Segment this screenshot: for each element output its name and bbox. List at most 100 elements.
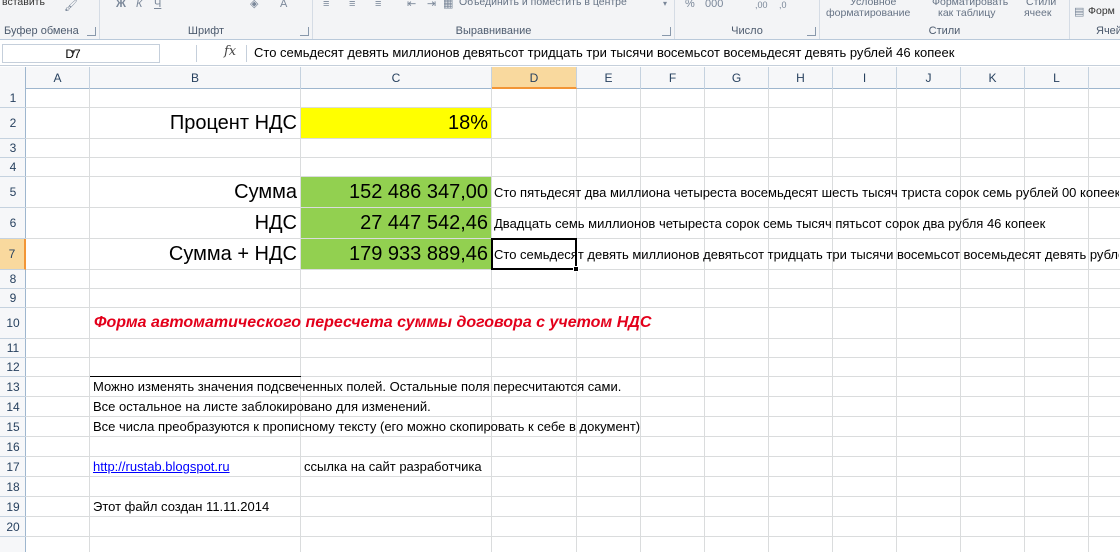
- row-header-3[interactable]: 3: [0, 139, 26, 158]
- grid-hline: [26, 138, 1120, 139]
- grid-vline: [832, 89, 833, 552]
- row-header-16[interactable]: 16: [0, 437, 26, 457]
- grid-hline: [26, 516, 1120, 517]
- number-group: % 000 ,00 ,0 Число: [675, 0, 820, 39]
- alignment-launcher-icon[interactable]: [662, 27, 671, 36]
- row-header-17[interactable]: 17: [0, 457, 26, 477]
- cell-b17-link-cell[interactable]: http://rustab.blogspot.ru: [90, 457, 300, 476]
- select-all-corner[interactable]: [0, 67, 26, 89]
- align-center-icon[interactable]: ≡: [349, 0, 355, 10]
- clipboard-launcher-icon[interactable]: [87, 27, 96, 36]
- grid-vline: [896, 89, 897, 552]
- thousands-separator-icon[interactable]: 000: [705, 0, 723, 10]
- column-header-h[interactable]: H: [769, 67, 833, 89]
- cell-c5-sum-input[interactable]: 152 486 347,00: [301, 177, 491, 207]
- font-launcher-icon[interactable]: [300, 27, 309, 36]
- row-header-4[interactable]: 4: [0, 158, 26, 177]
- cell-styles-button[interactable]: ячеек: [1024, 8, 1051, 19]
- formula-input[interactable]: Сто семьдесят девять миллионов девятьсот…: [254, 45, 954, 60]
- column-header-a[interactable]: A: [26, 67, 90, 89]
- cell-b14-note[interactable]: Все остальное на листе заблокировано для…: [90, 397, 960, 416]
- cell-b10-form-title[interactable]: Форма автоматического пересчета суммы до…: [90, 308, 768, 338]
- row-header-8[interactable]: 8: [0, 270, 26, 289]
- row-header-1[interactable]: 1: [0, 89, 26, 108]
- cell-d6-vat-in-words[interactable]: Двадцать семь миллионов четыреста сорок …: [492, 208, 1119, 238]
- developer-site-link[interactable]: http://rustab.blogspot.ru: [93, 459, 230, 474]
- row-header-18[interactable]: 18: [0, 477, 26, 497]
- cell-b13-note[interactable]: Можно изменять значения подсвеченных пол…: [90, 377, 960, 396]
- row-header-12[interactable]: 12: [0, 358, 26, 377]
- row-header-20[interactable]: 20: [0, 517, 26, 537]
- merge-center-icon[interactable]: ▦: [443, 0, 453, 10]
- format-as-table-button[interactable]: как таблицу: [938, 8, 996, 19]
- align-left-icon[interactable]: ≡: [323, 0, 329, 10]
- cell-b19-created-note[interactable]: Этот файл создан 11.11.2014: [90, 497, 491, 516]
- increase-indent-icon[interactable]: ⇥: [427, 0, 436, 10]
- decrease-indent-icon[interactable]: ⇤: [407, 0, 416, 10]
- font-color-icon[interactable]: A: [280, 0, 287, 10]
- row-header-2[interactable]: 2: [0, 108, 26, 139]
- row-header-14[interactable]: 14: [0, 397, 26, 417]
- alignment-group-label: Выравнивание: [455, 25, 532, 37]
- row-header-5[interactable]: 5: [0, 177, 26, 208]
- conditional-formatting-button[interactable]: форматирование: [826, 8, 910, 19]
- column-headers: ABCDEFGHIJKL: [0, 67, 1120, 89]
- clipboard-group: вставить 🖌 Буфер обмена: [0, 0, 100, 39]
- grid-vline: [1088, 89, 1089, 552]
- row-header-19[interactable]: 19: [0, 497, 26, 517]
- name-box[interactable]: D7 ▼: [2, 44, 160, 63]
- bold-icon[interactable]: Ж: [116, 0, 126, 10]
- cell-b5-sum-label[interactable]: Сумма: [90, 177, 300, 207]
- cell-b6-vat-label[interactable]: НДС: [90, 208, 300, 238]
- number-launcher-icon[interactable]: [807, 27, 816, 36]
- cell-b15-note[interactable]: Все числа преобразуются к прописному тек…: [90, 417, 960, 436]
- column-header-j[interactable]: J: [897, 67, 961, 89]
- column-header-l[interactable]: L: [1025, 67, 1089, 89]
- row-header-10[interactable]: 10: [0, 308, 26, 339]
- worksheet-grid[interactable]: ABCDEFGHIJKL 1 2 3 4 5 6 7 8 9 10 11 12 13 14 15 16 17 18…: [0, 67, 1120, 552]
- cell-c7-total-value[interactable]: 179 933 889,46: [301, 239, 491, 269]
- grid-hline: [26, 436, 1120, 437]
- column-header-k[interactable]: K: [961, 67, 1025, 89]
- align-right-icon[interactable]: ≡: [375, 0, 381, 10]
- format-painter-icon[interactable]: 🖌: [64, 0, 78, 12]
- underline-icon[interactable]: Ч: [154, 0, 161, 10]
- cell-c17-link-description[interactable]: ссылка на сайт разработчика: [301, 457, 576, 476]
- grid-hline: [26, 536, 1120, 537]
- cell-c2-vat-percent-input[interactable]: 18%: [301, 108, 491, 138]
- cell-d5-sum-in-words[interactable]: Сто пятьдесят два миллиона четыреста вос…: [492, 177, 1119, 207]
- chevron-down-icon[interactable]: ▼: [3, 48, 143, 57]
- row-header-7[interactable]: 7: [0, 239, 26, 270]
- fill-handle[interactable]: [573, 266, 579, 272]
- row-header-6[interactable]: 6: [0, 208, 26, 239]
- paste-button-label[interactable]: вставить: [2, 0, 45, 8]
- format-cells-button[interactable]: Форм: [1088, 6, 1115, 17]
- row-header-11[interactable]: 11: [0, 339, 26, 358]
- merge-center-button[interactable]: Объединить и поместить в центре: [459, 0, 627, 8]
- column-header-c[interactable]: C: [301, 67, 492, 89]
- cell-b7-total-label[interactable]: Сумма + НДС: [90, 239, 300, 269]
- grid-hline: [26, 338, 1120, 339]
- column-header-d[interactable]: D: [492, 67, 577, 89]
- column-header-g[interactable]: G: [705, 67, 769, 89]
- row-header-9[interactable]: 9: [0, 289, 26, 308]
- fill-color-icon[interactable]: ◈: [250, 0, 258, 10]
- decrease-decimal-icon[interactable]: ,0: [779, 0, 787, 11]
- merge-dropdown-icon[interactable]: ▾: [663, 0, 667, 10]
- cell-d7-total-in-words[interactable]: Сто семьдесят девять миллионов девятьсот…: [492, 239, 1119, 269]
- percent-format-icon[interactable]: %: [685, 0, 695, 10]
- grid-hline: [26, 288, 1120, 289]
- cell-b2-vat-percent-label[interactable]: Процент НДС: [90, 108, 300, 138]
- column-header-f[interactable]: F: [641, 67, 705, 89]
- italic-icon[interactable]: К: [136, 0, 142, 10]
- column-header-i[interactable]: I: [833, 67, 897, 89]
- row-header-13[interactable]: 13: [0, 377, 26, 397]
- insert-function-icon[interactable]: fx: [224, 44, 236, 59]
- row-header-15[interactable]: 15: [0, 417, 26, 437]
- increase-decimal-icon[interactable]: ,00: [755, 0, 768, 11]
- column-header-b[interactable]: B: [90, 67, 301, 89]
- format-cells-icon[interactable]: ▤: [1074, 6, 1084, 18]
- column-header-e[interactable]: E: [577, 67, 641, 89]
- cell-c6-vat-value[interactable]: 27 447 542,46: [301, 208, 491, 238]
- grid-vline: [1024, 89, 1025, 552]
